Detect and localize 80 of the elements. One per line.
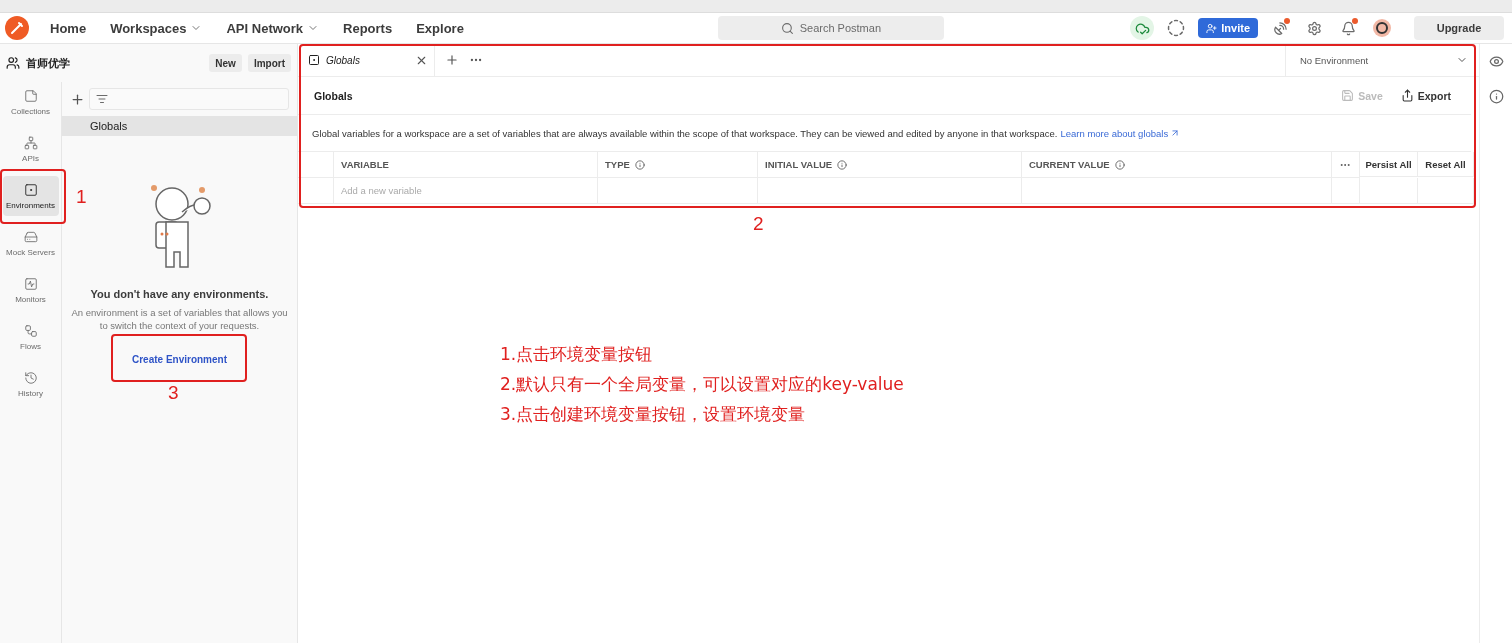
- flow-icon: [23, 323, 38, 338]
- rail-label: APIs: [22, 153, 39, 163]
- annotation-note: 2.默认只有一个全局变量，可以设置对应的key-value: [500, 374, 904, 394]
- upgrade-button[interactable]: Upgrade: [1414, 16, 1504, 40]
- rail-label: Flows: [20, 341, 41, 351]
- rail-item[interactable]: History: [2, 364, 59, 404]
- bell-icon: [1340, 20, 1356, 36]
- empty-title: You don't have any environments.: [90, 288, 269, 300]
- arrow-up-right-icon: [1170, 128, 1181, 138]
- environment-select[interactable]: No Environment: [1285, 44, 1474, 76]
- column-header: CURRENT VALUE: [1022, 152, 1332, 178]
- info-icon[interactable]: [1488, 89, 1504, 104]
- tab-label: Globals: [326, 54, 360, 66]
- nav-link[interactable]: Home: [40, 20, 97, 36]
- annotation-number: 1: [76, 186, 87, 208]
- empty-description: An environment is a set of variables that allows you to switch the context of your requests.: [70, 306, 289, 332]
- nav-link[interactable]: API Network: [216, 20, 330, 36]
- table-cell: [1418, 178, 1474, 204]
- variable-input[interactable]: Add a new variable: [334, 178, 598, 204]
- info-icon: [837, 159, 848, 170]
- export-button[interactable]: Export: [1396, 89, 1455, 102]
- rail-item[interactable]: Flows: [2, 317, 59, 357]
- bulk-action-button[interactable]: Persist All: [1360, 152, 1418, 177]
- bulk-action-button[interactable]: Reset All: [1418, 152, 1474, 177]
- info-icon: [634, 159, 645, 170]
- user-plus-icon: [1206, 22, 1218, 34]
- sidebar-item[interactable]: Globals: [62, 116, 297, 136]
- invite-button[interactable]: Invite: [1198, 18, 1258, 38]
- note-icon: [23, 88, 38, 103]
- users-icon: [6, 56, 20, 70]
- drive-icon: [23, 229, 38, 244]
- rail-item[interactable]: Collections: [2, 82, 59, 122]
- nav-link[interactable]: Reports: [333, 20, 403, 36]
- logo-icon: [4, 15, 30, 41]
- save-icon: [1341, 89, 1355, 102]
- rail-item[interactable]: Environments: [2, 176, 59, 216]
- nav-link[interactable]: Explore: [406, 20, 474, 36]
- annotation-note: 3.点击创建环境变量按钮，设置环境变量: [500, 404, 807, 424]
- pulse-icon: [23, 276, 38, 291]
- nodes-icon: [23, 135, 38, 150]
- annotation-number: 2: [753, 213, 764, 235]
- annotation-frame: [0, 169, 66, 224]
- settings-icon: [1306, 20, 1322, 36]
- history-icon: [23, 370, 38, 385]
- plus-icon[interactable]: [70, 91, 85, 107]
- nav-link[interactable]: Workspaces: [100, 20, 213, 36]
- cloud-check-icon: [1134, 20, 1150, 36]
- satellite-dish-icon: [1272, 20, 1288, 36]
- rail-label: Environments: [6, 200, 55, 210]
- rail-item[interactable]: Mock Servers: [2, 223, 59, 263]
- toolbar-button[interactable]: [1370, 16, 1394, 40]
- rail-label: Monitors: [15, 294, 46, 304]
- filter-field[interactable]: [89, 88, 289, 110]
- filter-icon: [96, 93, 108, 105]
- search-placeholder: Search Postman: [799, 22, 882, 34]
- rail-label: History: [18, 388, 43, 398]
- search-field[interactable]: Search Postman: [717, 16, 944, 40]
- notification-dot: [1352, 18, 1358, 24]
- globals-description: Global variables for a workspace are a set of variables that are always available within the scope of that workspace. They can be viewed and edited by anyone in that workspace.: [312, 127, 1058, 139]
- create-environment-button[interactable]: Create Environment: [122, 348, 237, 371]
- rail-item[interactable]: Monitors: [2, 270, 59, 310]
- rail-label: Mock Servers: [6, 247, 55, 257]
- rail-item[interactable]: APIs: [2, 129, 59, 169]
- learn-more-link[interactable]: Learn more about globals: [1060, 127, 1181, 139]
- notification-dot: [1284, 18, 1290, 24]
- annotation-number: 3: [168, 382, 179, 404]
- workspace-name: 首师优学: [26, 55, 70, 71]
- workspace-button[interactable]: New: [209, 54, 242, 72]
- export-icon: [1400, 89, 1414, 102]
- rail-label: Collections: [10, 106, 51, 116]
- workspace-button[interactable]: Import: [247, 54, 291, 72]
- eye-icon[interactable]: [1488, 54, 1504, 69]
- annotation-note: 1.点击环境变量按钮: [500, 344, 654, 364]
- column-header: TYPE: [598, 152, 758, 178]
- avatar-icon: [1372, 18, 1392, 38]
- column-header: INITIAL VALUE: [758, 152, 1022, 178]
- info-icon: [1114, 159, 1125, 170]
- search-icon: [780, 21, 794, 35]
- circle-icon: [1167, 19, 1186, 37]
- globals-title: Globals: [314, 89, 353, 102]
